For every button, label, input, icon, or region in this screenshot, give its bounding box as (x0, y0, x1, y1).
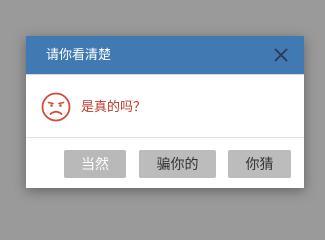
of-course-button[interactable]: 当然 (64, 150, 126, 178)
dialog-header: 请你看清楚 (26, 36, 304, 75)
sad-face-icon (40, 91, 72, 123)
kidding-button[interactable]: 骗你的 (139, 150, 216, 178)
dialog-message: 是真的吗？ (81, 100, 147, 115)
confirm-dialog: 请你看清楚 是真的吗？ 当然 骗你的 你猜 (26, 36, 304, 188)
guess-button[interactable]: 你猜 (228, 150, 291, 178)
close-icon[interactable] (272, 46, 290, 64)
dialog-footer: 当然 骗你的 你猜 (26, 138, 304, 187)
dialog-title: 请你看清楚 (46, 48, 112, 63)
dialog-body: 是真的吗？ (26, 75, 304, 138)
